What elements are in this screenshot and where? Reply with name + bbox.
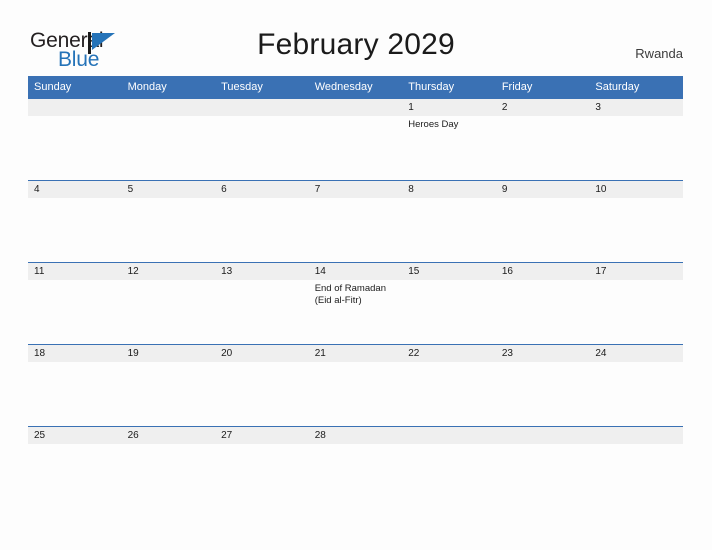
calendar-empty-cell	[121, 98, 216, 181]
calendar-day-cell[interactable]: 1 Heroes Day	[402, 98, 496, 181]
calendar-day-cell[interactable]: 20	[215, 344, 309, 427]
calendar-day-cell[interactable]: 16	[495, 262, 590, 345]
day-number: 9	[495, 181, 590, 198]
calendar-week-row: 1 Heroes Day 2 3	[28, 98, 683, 181]
calendar-day-cell[interactable]: 7	[308, 180, 403, 263]
calendar-day-cell[interactable]: 23	[495, 344, 590, 427]
country-label: Rwanda	[635, 46, 683, 61]
event-label: (Eid al-Fitr)	[314, 295, 362, 306]
calendar-day-cell[interactable]: 24	[589, 344, 683, 427]
day-number: 15	[402, 263, 496, 280]
calendar-day-cell[interactable]: 14 End of Ramadan (Eid al-Fitr)	[308, 262, 403, 345]
calendar-empty-cell	[215, 98, 309, 181]
calendar-day-cell[interactable]: 15	[402, 262, 496, 345]
calendar-day-cell[interactable]: 27	[215, 426, 309, 508]
calendar-empty-cell	[402, 426, 496, 508]
weekday-header-saturday: Saturday	[589, 76, 683, 99]
day-number: 4	[28, 181, 122, 198]
day-number: 12	[121, 263, 216, 280]
calendar-week-row: 4 5 6 7 8 9 10	[28, 180, 683, 263]
calendar-empty-cell	[28, 98, 122, 181]
calendar-empty-cell	[589, 426, 683, 508]
day-number: 1	[402, 99, 496, 116]
weekday-header-sunday: Sunday	[28, 76, 122, 99]
calendar-day-cell[interactable]: 11	[28, 262, 122, 345]
calendar-day-cell[interactable]: 5	[121, 180, 216, 263]
day-number: 21	[308, 345, 403, 362]
day-number: 6	[215, 181, 309, 198]
weekday-header-tuesday: Tuesday	[215, 76, 309, 99]
day-number: 20	[215, 345, 309, 362]
day-number: 25	[28, 427, 122, 444]
day-number	[215, 99, 309, 116]
day-number: 2	[495, 99, 590, 116]
day-number: 14	[308, 263, 403, 280]
day-number	[28, 99, 122, 116]
calendar-header-row: Sunday Monday Tuesday Wednesday Thursday…	[28, 76, 683, 99]
day-number: 8	[402, 181, 496, 198]
calendar-page: General Blue February 2029 Rwanda Sunday…	[0, 0, 712, 550]
day-number: 22	[402, 345, 496, 362]
weekday-header-thursday: Thursday	[402, 76, 496, 99]
calendar-day-cell[interactable]: 2	[495, 98, 590, 181]
day-number: 5	[121, 181, 216, 198]
day-number: 24	[589, 345, 683, 362]
calendar-day-cell[interactable]: 4	[28, 180, 122, 263]
day-number: 11	[28, 263, 122, 280]
calendar-day-cell[interactable]: 26	[121, 426, 216, 508]
calendar-day-cell[interactable]: 13	[215, 262, 309, 345]
day-number: 7	[308, 181, 403, 198]
day-number: 3	[589, 99, 683, 116]
calendar-day-cell[interactable]: 18	[28, 344, 122, 427]
day-number: 23	[495, 345, 590, 362]
day-number: 18	[28, 345, 122, 362]
calendar-day-cell[interactable]: 9	[495, 180, 590, 263]
calendar-day-cell[interactable]: 21	[308, 344, 403, 427]
calendar-day-cell[interactable]: 10	[589, 180, 683, 263]
calendar-empty-cell	[495, 426, 590, 508]
calendar-day-cell[interactable]: 28	[308, 426, 403, 508]
calendar-day-cell[interactable]: 6	[215, 180, 309, 263]
event-label: Heroes Day	[408, 119, 459, 130]
day-number: 26	[121, 427, 216, 444]
calendar-week-row: 25 26 27 28	[28, 426, 683, 508]
calendar-day-cell[interactable]: 8	[402, 180, 496, 263]
calendar-day-cell[interactable]: 3	[589, 98, 683, 181]
day-number	[495, 427, 590, 444]
day-number	[589, 427, 683, 444]
calendar-day-cell[interactable]: 25	[28, 426, 122, 508]
calendar-empty-cell	[308, 98, 403, 181]
day-number	[121, 99, 216, 116]
day-number: 28	[308, 427, 403, 444]
day-number: 27	[215, 427, 309, 444]
month-calendar: Sunday Monday Tuesday Wednesday Thursday…	[28, 76, 683, 508]
day-number: 10	[589, 181, 683, 198]
calendar-week-row: 11 12 13 14 End of Ramadan (Eid al-Fitr) 15 16 1…	[28, 262, 683, 345]
day-number: 13	[215, 263, 309, 280]
page-title: February 2029	[257, 28, 455, 61]
weekday-header-wednesday: Wednesday	[308, 76, 403, 99]
calendar-day-cell[interactable]: 12	[121, 262, 216, 345]
calendar-day-cell[interactable]: 19	[121, 344, 216, 427]
day-number: 19	[121, 345, 216, 362]
calendar-day-cell[interactable]: 22	[402, 344, 496, 427]
calendar-day-cell[interactable]: 17	[589, 262, 683, 345]
page-header: General Blue February 2029 Rwanda	[0, 0, 712, 76]
weekday-header-monday: Monday	[121, 76, 216, 99]
weekday-header-row: Sunday Monday Tuesday Wednesday Thursday…	[28, 76, 683, 99]
calendar-body: 1 Heroes Day 2 3 4 5 6 7 8 9 10 11 12 13 14 End of Rama…	[28, 98, 683, 508]
day-number: 17	[589, 263, 683, 280]
day-events: End of Ramadan (Eid al-Fitr)	[309, 280, 403, 307]
day-number	[402, 427, 496, 444]
calendar-week-row: 18 19 20 21 22 23 24	[28, 344, 683, 427]
day-number: 16	[495, 263, 590, 280]
event-label: End of Ramadan	[314, 283, 386, 294]
day-number	[308, 99, 403, 116]
day-events: Heroes Day	[402, 116, 496, 131]
weekday-header-friday: Friday	[495, 76, 590, 99]
